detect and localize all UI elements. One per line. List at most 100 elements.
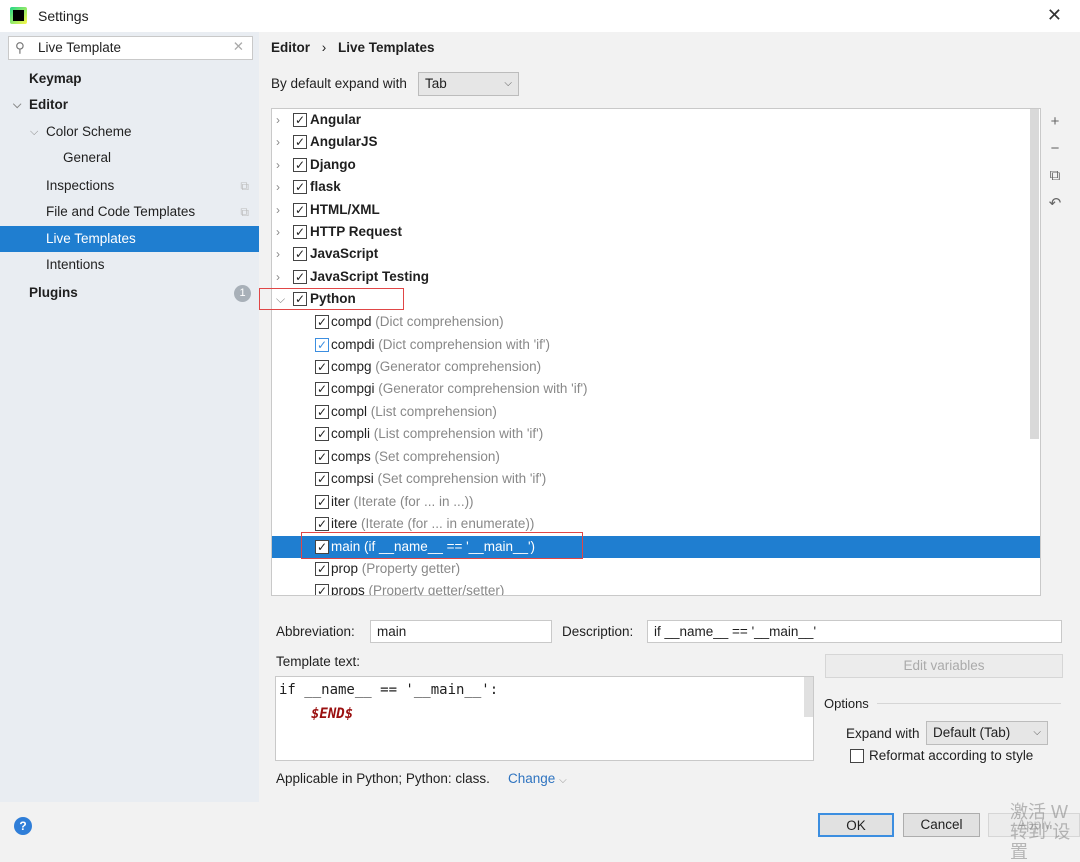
template-checkbox[interactable]: ✓ xyxy=(315,404,329,419)
template-description: (Dict comprehension) xyxy=(375,314,504,330)
help-icon[interactable]: ? xyxy=(14,817,32,835)
label: Keymap xyxy=(29,71,82,86)
revert-icon[interactable]: ↶ xyxy=(1047,194,1063,212)
group-label: Angular xyxy=(310,112,362,127)
template-item-row[interactable]: ✓ props (Property getter/setter) xyxy=(272,580,1040,596)
group-checkbox[interactable]: ✓ xyxy=(293,157,307,172)
group-checkbox[interactable]: ✓ xyxy=(293,225,307,239)
chevron-right-icon[interactable]: › xyxy=(276,266,280,288)
breadcrumb: Editor › Live Templates xyxy=(271,40,435,55)
sidebar-item-editor[interactable]: ⌵ Editor xyxy=(0,92,259,118)
group-checkbox[interactable]: ✓ xyxy=(293,113,307,127)
chevron-down-icon: ⌵ xyxy=(559,775,567,786)
reformat-checkbox[interactable] xyxy=(850,749,864,763)
copy-icon: ⧉ xyxy=(240,205,249,219)
group-label: HTTP Request xyxy=(310,224,403,239)
template-checkbox[interactable]: ✓ xyxy=(315,584,329,595)
ok-button[interactable]: OK xyxy=(818,813,894,837)
template-group-row[interactable]: › ✓ HTTP Request xyxy=(272,221,1040,243)
search-input[interactable]: ⚲ Live Template ✕ xyxy=(8,36,253,60)
template-item-row[interactable]: ✓ compl (List comprehension) xyxy=(272,401,1040,423)
template-item-row[interactable]: ✓ compgi (Generator comprehension with '… xyxy=(272,378,1040,400)
description-input[interactable]: if __name__ == '__main__' xyxy=(647,620,1062,643)
sidebar-item-inspections[interactable]: Inspections ⧉ xyxy=(0,173,259,199)
template-item-row[interactable]: ✓ compdi (Dict comprehension with 'if') xyxy=(272,334,1040,356)
template-group-row[interactable]: › ✓ JavaScript Testing xyxy=(272,266,1040,288)
sidebar-item-keymap[interactable]: Keymap xyxy=(0,66,259,92)
template-group-row[interactable]: › ✓ HTML/XML xyxy=(272,199,1040,221)
template-item-row[interactable]: ✓ prop (Property getter) xyxy=(272,558,1040,580)
template-item-row[interactable]: ✓ compd (Dict comprehension) xyxy=(272,311,1040,333)
sidebar-item-intentions[interactable]: Intentions xyxy=(0,252,259,278)
copy-icon[interactable]: ⧉ xyxy=(1047,167,1063,184)
expand-with-select[interactable]: Default (Tab) ⌵ xyxy=(926,721,1048,745)
sidebar-item-general[interactable]: General xyxy=(0,145,259,171)
template-text-editor[interactable]: if __name__ == '__main__': $END$ xyxy=(275,676,814,761)
template-checkbox[interactable]: ✓ xyxy=(315,472,329,487)
search-icon: ⚲ xyxy=(15,40,25,55)
chevron-down-icon[interactable]: ⌵ xyxy=(30,119,38,145)
template-checkbox[interactable]: ✓ xyxy=(315,359,329,374)
label: General xyxy=(63,150,112,165)
label: Plugins xyxy=(29,285,78,300)
template-abbreviation: props xyxy=(331,583,365,596)
template-checkbox[interactable]: ✓ xyxy=(315,427,329,442)
chevron-down-icon[interactable]: ⌵ xyxy=(13,92,21,118)
sidebar-item-live-templates[interactable]: Live Templates xyxy=(0,226,259,252)
chevron-right-icon[interactable]: › xyxy=(276,243,280,265)
template-checkbox[interactable]: ✓ xyxy=(315,517,329,532)
template-checkbox[interactable]: ✓ xyxy=(315,382,329,397)
group-checkbox[interactable]: ✓ xyxy=(293,135,307,150)
template-group-row[interactable]: › ✓ JavaScript xyxy=(272,243,1040,265)
sidebar-item-plugins[interactable]: Plugins xyxy=(0,280,259,306)
template-line: if __name__ == '__main__': xyxy=(279,682,499,698)
template-checkbox[interactable]: ✓ xyxy=(315,449,329,464)
chevron-right-icon[interactable]: › xyxy=(276,131,280,153)
cancel-button[interactable]: Cancel xyxy=(903,813,980,837)
template-item-row[interactable]: ✓ compsi (Set comprehension with 'if') xyxy=(272,468,1040,490)
breadcrumb-parent[interactable]: Editor xyxy=(271,40,310,55)
add-icon[interactable]: + xyxy=(1047,113,1063,130)
breadcrumb-current: Live Templates xyxy=(338,40,435,55)
group-checkbox[interactable]: ✓ xyxy=(293,247,307,262)
chevron-right-icon[interactable]: › xyxy=(276,154,280,176)
group-label: AngularJS xyxy=(310,134,378,150)
search-value[interactable]: Live Template xyxy=(38,40,121,55)
close-icon[interactable]: ✕ xyxy=(1047,5,1062,26)
template-description: (Property getter/setter) xyxy=(368,583,505,596)
template-abbreviation: compli xyxy=(331,426,371,442)
template-group-row[interactable]: › ✓ Django xyxy=(272,154,1040,176)
template-item-row[interactable]: ✓ comps (Set comprehension) xyxy=(272,446,1040,468)
sidebar-item-file-and-code-templates[interactable]: File and Code Templates ⧉ xyxy=(0,199,259,225)
remove-icon[interactable]: − xyxy=(1047,140,1063,157)
chevron-right-icon[interactable]: › xyxy=(276,199,280,221)
copy-icon: ⧉ xyxy=(240,179,249,193)
template-item-row[interactable]: ✓ iter (Iterate (for ... in ...)) xyxy=(272,491,1040,513)
template-group-row[interactable]: › ✓ AngularJS xyxy=(272,131,1040,153)
chevron-right-icon[interactable]: › xyxy=(276,221,280,243)
reformat-label[interactable]: Reformat according to style xyxy=(869,748,1033,763)
template-checkbox[interactable]: ✓ xyxy=(315,494,329,509)
chevron-right-icon[interactable]: › xyxy=(276,109,280,131)
group-checkbox[interactable]: ✓ xyxy=(293,202,307,217)
select-value: Tab xyxy=(425,76,447,91)
template-item-row[interactable]: ✓ compg (Generator comprehension) xyxy=(272,356,1040,378)
template-checkbox[interactable]: ✓ xyxy=(315,315,329,330)
chevron-right-icon[interactable]: › xyxy=(276,176,280,198)
sidebar-item-color-scheme[interactable]: ⌵ Color Scheme xyxy=(0,119,259,145)
abbreviation-input[interactable]: main xyxy=(370,620,552,643)
default-expand-select[interactable]: Tab ⌵ xyxy=(418,72,519,96)
template-checkbox[interactable]: ✓ xyxy=(315,337,329,352)
clear-search-icon[interactable]: ✕ xyxy=(233,39,244,55)
template-scrollbar[interactable] xyxy=(804,677,813,717)
tree-scrollbar[interactable] xyxy=(1030,109,1039,439)
template-group-row[interactable]: › ✓ flask xyxy=(272,176,1040,198)
group-checkbox[interactable]: ✓ xyxy=(293,180,307,195)
template-item-row[interactable]: ✓ compli (List comprehension with 'if') xyxy=(272,423,1040,445)
options-divider xyxy=(877,703,1061,704)
edit-variables-button[interactable]: Edit variables xyxy=(825,654,1063,678)
template-checkbox[interactable]: ✓ xyxy=(315,562,329,576)
template-group-row[interactable]: › ✓ Angular xyxy=(272,109,1040,131)
group-checkbox[interactable]: ✓ xyxy=(293,269,307,284)
change-context-link[interactable]: Change ⌵ xyxy=(508,771,567,786)
